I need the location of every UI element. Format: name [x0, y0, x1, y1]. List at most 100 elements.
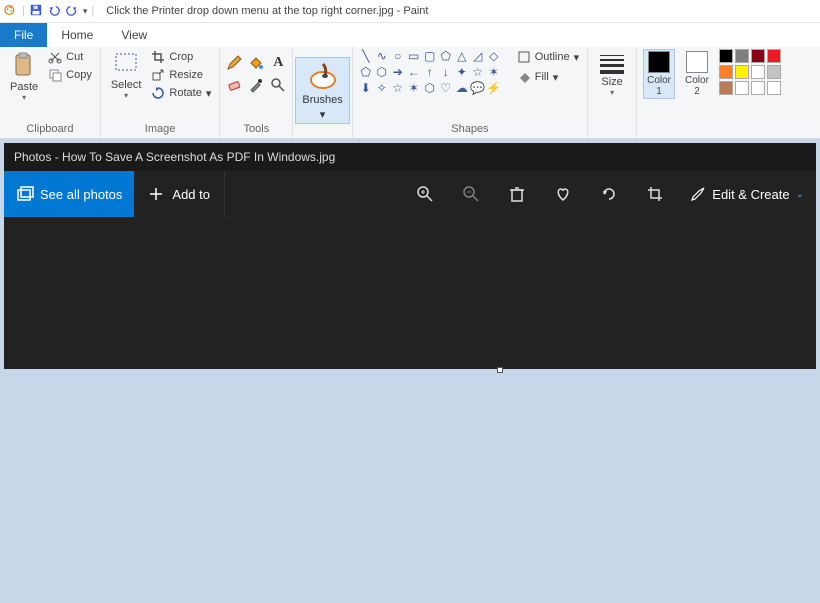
shape-callout3[interactable]: ☆	[391, 81, 405, 95]
shape-callout1[interactable]: ⬇	[359, 81, 373, 95]
palette-swatch[interactable]	[735, 65, 749, 79]
color-picker-tool[interactable]	[248, 77, 264, 93]
eraser-tool[interactable]	[226, 77, 242, 93]
shapes-gallery[interactable]: ╲∿○▭▢⬠△◿◇ ⬠⬡➔←↑↓✦☆✶ ⬇✧☆✶⬡♡☁💬⚡	[359, 49, 505, 95]
plus-icon	[148, 186, 164, 202]
shape-star4[interactable]: ✦	[455, 65, 469, 79]
edit-create-button[interactable]: Edit & Create ⌄	[678, 186, 816, 202]
select-button[interactable]: Select ▾	[107, 49, 146, 101]
size-button[interactable]: Size ▾	[594, 49, 630, 98]
shape-cloud[interactable]: ☁	[455, 81, 469, 95]
crop-button-photos[interactable]	[632, 171, 678, 217]
palette-swatch[interactable]	[767, 65, 781, 79]
shape-callout5[interactable]: ⬡	[423, 81, 437, 95]
redo-icon[interactable]	[65, 3, 79, 20]
palette-swatch[interactable]	[735, 81, 749, 95]
shape-arrow-d[interactable]: ↓	[439, 65, 453, 79]
see-all-photos-button[interactable]: See all photos	[4, 171, 134, 217]
group-tools-label: Tools	[226, 121, 286, 138]
palette-swatch[interactable]	[751, 81, 765, 95]
copy-button[interactable]: Copy	[46, 67, 94, 83]
see-all-label: See all photos	[40, 187, 122, 202]
palette-swatch[interactable]	[719, 81, 733, 95]
chevron-down-icon: ▾	[22, 95, 26, 101]
color1-swatch	[648, 51, 670, 73]
shape-right-tri[interactable]: ◿	[471, 49, 485, 63]
undo-icon[interactable]	[47, 3, 61, 20]
save-icon[interactable]	[29, 3, 43, 20]
crop-button[interactable]: Crop	[149, 49, 213, 65]
fill-label: Fill	[535, 71, 549, 83]
shape-line[interactable]: ╲	[359, 49, 373, 63]
shape-bubble[interactable]: 💬	[471, 81, 485, 95]
palette-swatch[interactable]	[767, 81, 781, 95]
cut-button[interactable]: Cut	[46, 49, 94, 65]
tab-view[interactable]: View	[107, 23, 161, 47]
ribbon: Paste ▾ Cut Copy Clipboard Select ▾	[0, 47, 820, 139]
group-shapes-label: Shapes	[359, 121, 581, 138]
photos-viewport	[4, 217, 816, 369]
paste-icon	[12, 51, 36, 79]
shape-callout2[interactable]: ✧	[375, 81, 389, 95]
zoom-out-button[interactable]	[448, 171, 494, 217]
palette-swatch[interactable]	[767, 49, 781, 63]
shape-star6[interactable]: ✶	[487, 65, 501, 79]
group-image-label: Image	[107, 121, 214, 138]
color1-button[interactable]: Color 1	[643, 49, 675, 99]
add-to-button[interactable]: Add to	[134, 171, 225, 217]
shape-hexagon[interactable]: ⬡	[375, 65, 389, 79]
shape-fill-button[interactable]: Fill ▾	[515, 69, 581, 85]
rotate-button[interactable]: Rotate ▾	[149, 85, 213, 101]
shape-lightning[interactable]: ⚡	[487, 81, 501, 95]
shape-heart[interactable]: ♡	[439, 81, 453, 95]
outline-icon	[517, 50, 531, 64]
zoom-in-button[interactable]	[402, 171, 448, 217]
shape-callout4[interactable]: ✶	[407, 81, 421, 95]
heart-icon	[554, 185, 572, 203]
shape-roundrect[interactable]: ▢	[423, 49, 437, 63]
shape-rect[interactable]: ▭	[407, 49, 421, 63]
shape-star5[interactable]: ☆	[471, 65, 485, 79]
palette-swatch[interactable]	[751, 65, 765, 79]
shape-diamond[interactable]: ◇	[487, 49, 501, 63]
shape-curve[interactable]: ∿	[375, 49, 389, 63]
text-tool[interactable]: A	[270, 55, 286, 71]
color2-button[interactable]: Color 2	[681, 49, 713, 99]
tab-view-label: View	[121, 28, 147, 42]
tab-file[interactable]: File	[0, 23, 47, 47]
tab-home-label: Home	[61, 28, 93, 42]
crop-icon	[646, 185, 664, 203]
shape-outline-button[interactable]: Outline ▾	[515, 49, 581, 65]
customize-qat-dropdown[interactable]: ▾	[83, 6, 88, 17]
chevron-down-icon: ▾	[206, 87, 212, 100]
chevron-down-icon: ⌄	[796, 189, 804, 200]
delete-button[interactable]	[494, 171, 540, 217]
shape-triangle[interactable]: △	[455, 49, 469, 63]
color1-label: Color 1	[647, 75, 671, 97]
resize-handle-bottom[interactable]	[497, 367, 503, 373]
brushes-button[interactable]: Brushes ▾	[295, 57, 349, 124]
shape-pentagon[interactable]: ⬠	[359, 65, 373, 79]
shape-oval[interactable]: ○	[391, 49, 405, 63]
shape-arrow-u[interactable]: ↑	[423, 65, 437, 79]
fill-tool[interactable]	[248, 55, 264, 71]
color-palette[interactable]	[719, 49, 781, 95]
resize-button[interactable]: Resize	[149, 67, 213, 83]
group-brushes-label	[295, 131, 349, 136]
canvas-area[interactable]: Photos - How To Save A Screenshot As PDF…	[0, 139, 820, 603]
palette-swatch[interactable]	[735, 49, 749, 63]
paste-button[interactable]: Paste ▾	[6, 49, 42, 103]
rotate-button-photos[interactable]	[586, 171, 632, 217]
palette-swatch[interactable]	[719, 65, 733, 79]
shape-arrow-r[interactable]: ➔	[391, 65, 405, 79]
palette-swatch[interactable]	[719, 49, 733, 63]
palette-swatch[interactable]	[751, 49, 765, 63]
shape-arrow-l[interactable]: ←	[407, 65, 421, 79]
magnifier-tool[interactable]	[270, 77, 286, 93]
tab-home[interactable]: Home	[47, 23, 107, 47]
shape-polygon[interactable]: ⬠	[439, 49, 453, 63]
pencil-tool[interactable]	[226, 55, 242, 71]
group-clipboard-label: Clipboard	[6, 121, 94, 138]
outline-label: Outline	[535, 51, 570, 63]
favorite-button[interactable]	[540, 171, 586, 217]
